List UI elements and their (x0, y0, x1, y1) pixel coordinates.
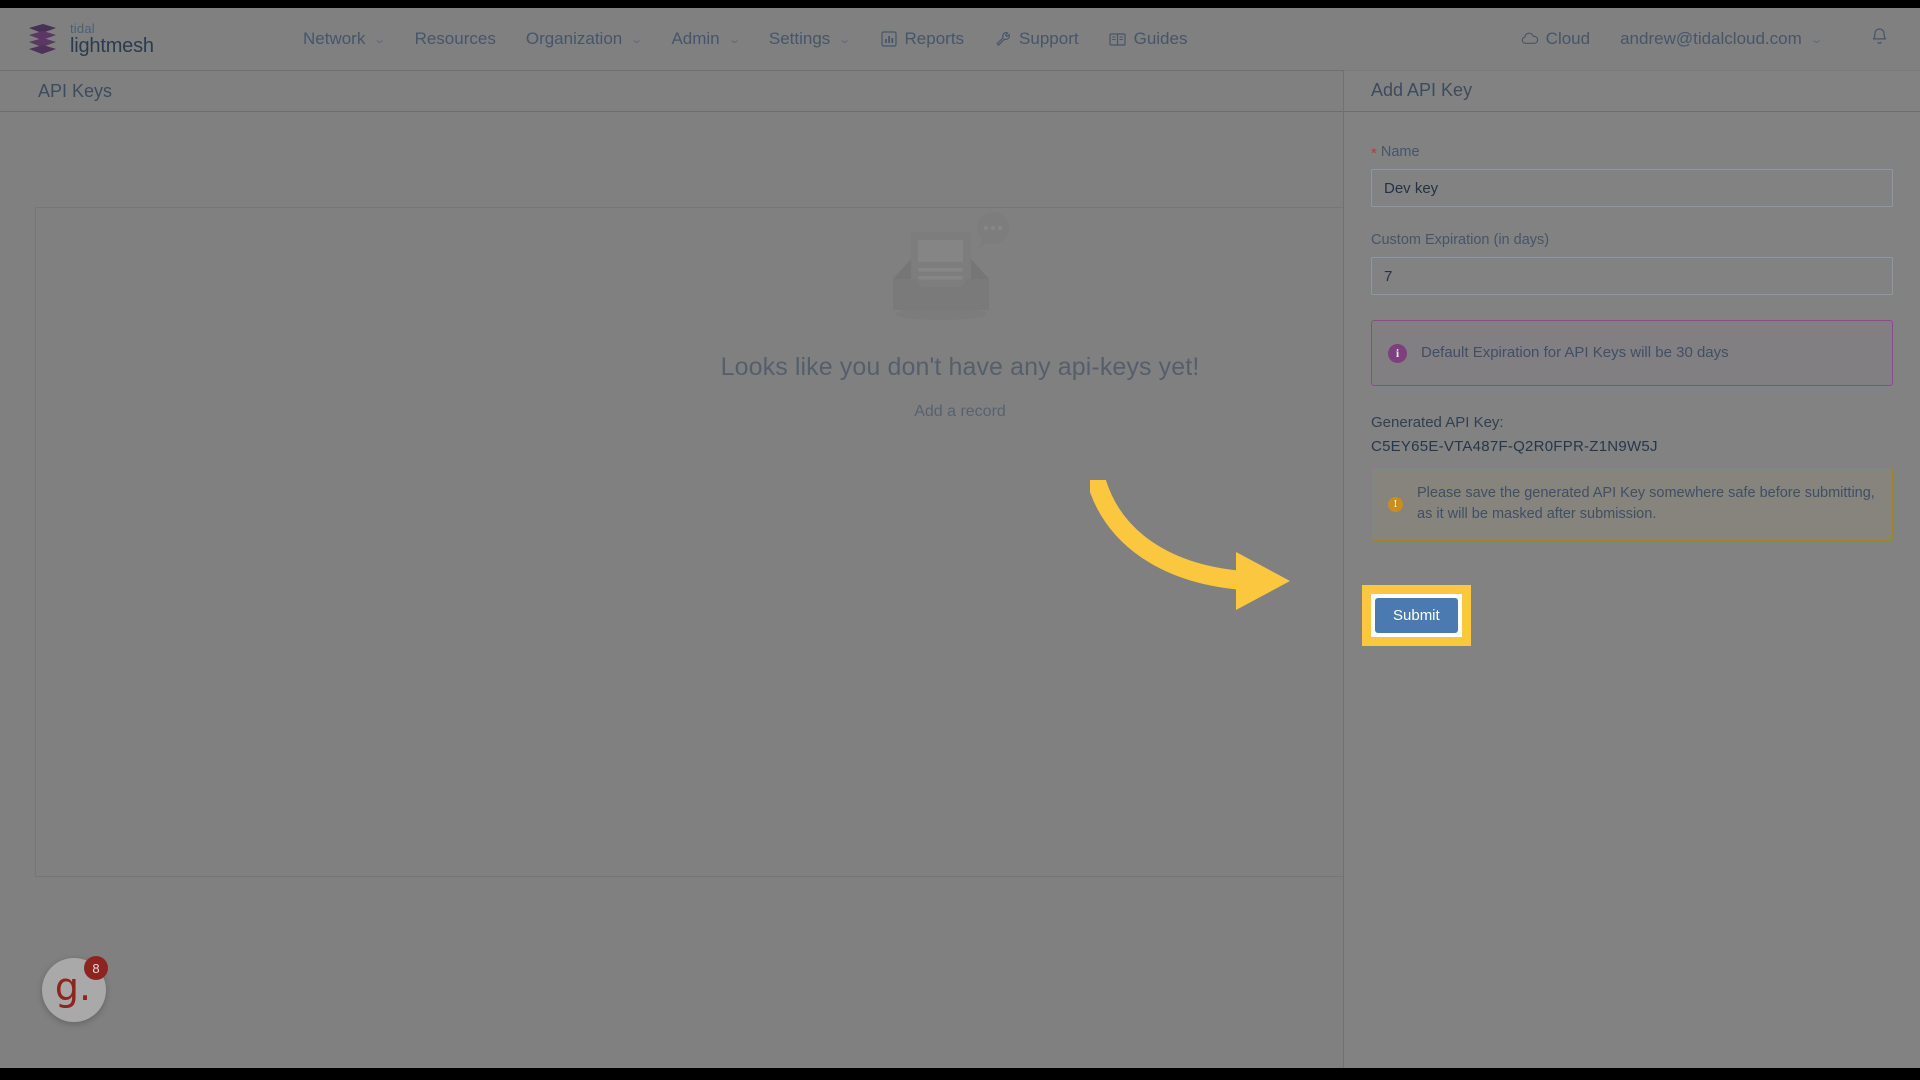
chevron-down-icon: ⌄ (727, 33, 741, 46)
brand-name-top: tidal (70, 21, 95, 36)
chat-unread-badge: 8 (84, 956, 108, 980)
brand-logo-area[interactable]: tidal lightmesh (26, 22, 236, 56)
app-root: tidal lightmesh Network ⌄ Resources Orga… (0, 0, 1920, 1080)
nav-label: Resources (414, 29, 496, 48)
secondary-nav: Cloud andrew@tidalcloud.com ⌄ (1506, 21, 1920, 57)
nav-label: Cloud (1545, 29, 1591, 48)
brand-name-bottom: lightmesh (70, 35, 154, 57)
name-field-label: * Name (1371, 143, 1893, 162)
nav-item-admin[interactable]: Admin ⌄ (656, 21, 753, 57)
chevron-down-icon: ⌄ (630, 33, 644, 46)
expiration-field-label: Custom Expiration (in days) (1371, 232, 1550, 248)
custom-expiration-input[interactable] (1371, 257, 1893, 295)
default-expiration-info-alert: i Default Expiration for API Keys will b… (1371, 320, 1893, 386)
nav-label: Settings (768, 29, 831, 48)
nav-label: Support (1019, 29, 1079, 48)
chevron-down-icon: ⌄ (838, 33, 852, 46)
name-label-text: Name (1380, 144, 1420, 160)
drawer-title: Add API Key (1371, 80, 1473, 100)
warning-icon: ! (1388, 496, 1403, 512)
letterbox-top (0, 0, 1920, 8)
stacked-layers-logo-icon (26, 22, 59, 56)
required-marker: * (1371, 145, 1377, 162)
info-icon: i (1388, 343, 1407, 363)
nav-item-cloud[interactable]: Cloud (1506, 21, 1605, 57)
submit-highlight-annotation: Submit (1362, 585, 1471, 647)
user-email-label: andrew@tidalcloud.com (1620, 29, 1802, 48)
nav-item-reports[interactable]: Reports (865, 21, 980, 57)
bar-chart-icon (880, 30, 898, 48)
nav-item-organization[interactable]: Organization ⌄ (511, 21, 657, 57)
primary-nav: Network ⌄ Resources Organization ⌄ Admin… (288, 21, 1202, 57)
book-icon (1109, 30, 1127, 48)
wrench-icon (994, 30, 1012, 48)
generated-key-value: C5EY65E-VTA487F-Q2R0FPR-Z1N9W5J (1371, 438, 1658, 455)
nav-item-settings[interactable]: Settings ⌄ (754, 21, 865, 57)
main-content (0, 112, 1343, 1068)
add-api-key-drawer: Add API Key *Name Custom Expiration (in … (1343, 70, 1920, 1070)
nav-label: Reports (904, 29, 965, 48)
submit-focus-ring: Submit (1371, 594, 1462, 638)
empty-state-card (35, 207, 1343, 877)
warning-alert-text: Please save the generated API Key somewh… (1417, 485, 1875, 523)
notifications-button[interactable] (1864, 24, 1894, 54)
nav-item-resources[interactable]: Resources (400, 21, 511, 57)
info-alert-text: Default Expiration for API Keys will be … (1421, 344, 1729, 362)
cloud-icon (1521, 30, 1539, 48)
nav-item-support[interactable]: Support (979, 21, 1094, 57)
generated-key-label: Generated API Key: (1371, 414, 1504, 431)
chat-widget-button[interactable]: g. 8 (42, 956, 108, 1022)
name-input[interactable] (1371, 169, 1893, 207)
top-navigation-bar: tidal lightmesh Network ⌄ Resources Orga… (0, 8, 1920, 70)
nav-label: Guides (1133, 29, 1188, 48)
chevron-down-icon: ⌄ (373, 33, 387, 46)
letterbox-bottom (0, 1068, 1920, 1080)
drawer-body: *Name Custom Expiration (in days) i Defa… (1344, 112, 1920, 647)
bell-icon (1870, 27, 1889, 52)
nav-label: Admin (671, 29, 720, 48)
nav-item-user-account[interactable]: andrew@tidalcloud.com ⌄ (1605, 21, 1836, 57)
chevron-down-icon: ⌄ (1809, 33, 1823, 46)
nav-item-guides[interactable]: Guides (1094, 21, 1203, 57)
drawer-header: Add API Key (1344, 70, 1920, 112)
submit-button[interactable]: Submit (1375, 598, 1458, 634)
nav-item-network[interactable]: Network ⌄ (288, 21, 400, 57)
nav-label: Network (303, 29, 366, 48)
page-title: API Keys (38, 80, 113, 101)
nav-label: Organization (525, 29, 623, 48)
save-key-warning-alert: ! Please save the generated API Key some… (1371, 467, 1893, 542)
